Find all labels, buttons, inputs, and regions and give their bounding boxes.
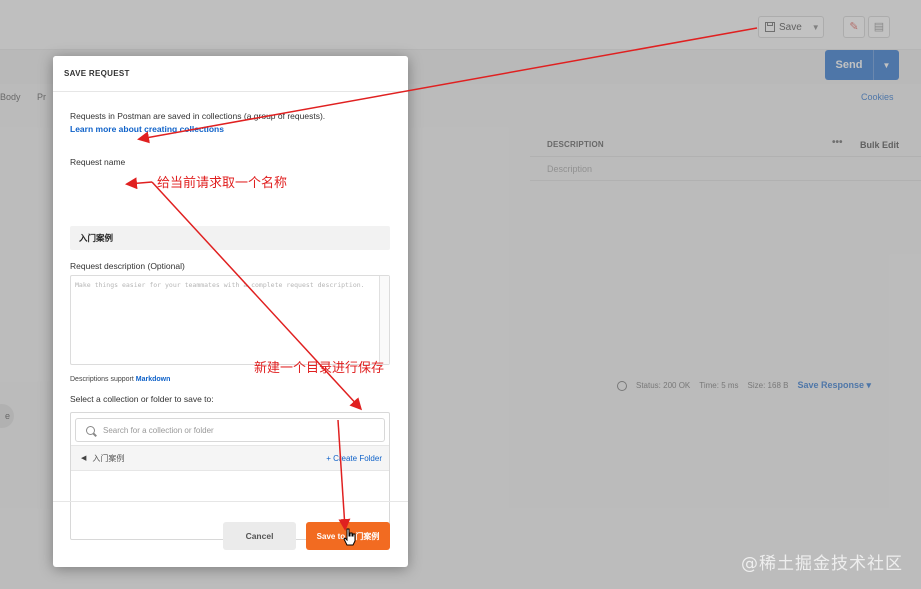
search-placeholder: Search for a collection or folder (103, 425, 214, 435)
chevron-down-icon: ▼ (811, 22, 820, 32)
time-text: Time: 5 ms (699, 381, 739, 390)
side-pill[interactable]: e (0, 404, 14, 428)
send-button[interactable]: Send ▼ (825, 50, 899, 80)
request-tabs: Body Pr (0, 92, 60, 102)
request-name-input[interactable]: 入门案例 (70, 226, 390, 250)
intro-text: Requests in Postman are saved in collect… (70, 110, 390, 136)
document-icon[interactable]: ▤ (868, 16, 890, 38)
current-folder-row: ◀ 入门案例 + Create Folder (71, 445, 389, 471)
status-text: Status: 200 OK (636, 381, 691, 390)
more-options-icon[interactable]: ••• (832, 137, 843, 148)
globe-icon (617, 380, 627, 391)
intro-sentence: Requests in Postman are saved in collect… (70, 111, 326, 121)
cookies-link[interactable]: Cookies (861, 92, 894, 102)
collection-search-input[interactable]: Search for a collection or folder (75, 418, 385, 442)
chevron-down-icon[interactable]: ▼ (874, 61, 899, 70)
floppy-disk-icon (765, 22, 775, 32)
cancel-button[interactable]: Cancel (223, 522, 296, 550)
pencil-icon[interactable]: ✎ (843, 16, 865, 38)
annotation-folder-note: 新建一个目录进行保存 (254, 361, 385, 376)
save-button[interactable]: Save ▼ (758, 16, 824, 38)
send-button-label: Send (835, 59, 863, 71)
back-arrow-icon[interactable]: ◀ (81, 454, 86, 462)
save-request-dialog: SAVE REQUEST Requests in Postman are sav… (53, 56, 408, 567)
dialog-body: Requests in Postman are saved in collect… (70, 110, 390, 540)
textarea-scrollbar[interactable] (379, 276, 389, 364)
tab-body[interactable]: Body (0, 92, 21, 102)
watermark: @稀土掘金技术社区 (741, 554, 903, 574)
save-response-label: Save Response (797, 380, 864, 390)
search-icon (86, 425, 95, 435)
description-placeholder: Description (547, 164, 593, 174)
save-button-label: Save (779, 21, 802, 33)
hand-pointer-icon (343, 528, 356, 546)
dialog-title: SAVE REQUEST (53, 56, 408, 92)
markdown-note-text: Descriptions support (70, 376, 134, 383)
request-name-label: Request name (70, 157, 126, 167)
request-description-textarea[interactable]: Make things easier for your teammates wi… (70, 275, 390, 365)
save-response-button[interactable]: Save Response ▾ (797, 380, 871, 391)
create-folder-link[interactable]: + Create Folder (326, 454, 382, 463)
tab-pre-request[interactable]: Pr (37, 92, 46, 102)
markdown-link[interactable]: Markdown (136, 376, 171, 383)
divider (530, 180, 921, 181)
description-column-header: DESCRIPTION (547, 140, 604, 149)
request-description-label: Request description (Optional) (70, 261, 185, 271)
annotation-name-note: 给当前请求取一个名称 (157, 176, 288, 191)
current-folder-name: 入门案例 (92, 453, 125, 463)
response-status-bar: Status: 200 OK Time: 5 ms Size: 168 B Sa… (617, 380, 871, 391)
collection-select-label: Select a collection or folder to save to… (70, 394, 214, 404)
description-placeholder-text: Make things easier for your teammates wi… (75, 281, 365, 289)
divider (530, 156, 921, 157)
learn-more-link[interactable]: Learn more about creating collections (70, 124, 224, 134)
bulk-edit-link[interactable]: Bulk Edit (860, 140, 899, 150)
markdown-note: Descriptions support Markdown (70, 376, 170, 383)
size-text: Size: 168 B (747, 381, 789, 390)
